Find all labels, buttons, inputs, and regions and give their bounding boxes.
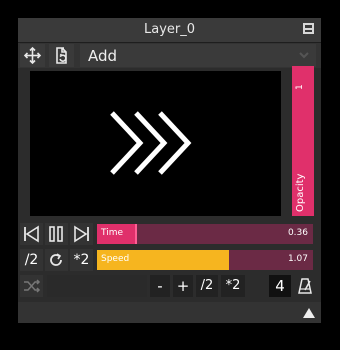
status-bar [18,302,321,323]
speed-slider[interactable]: Speed 1.07 [97,250,313,270]
replace-source-button[interactable] [49,44,74,67]
opacity-label: Opacity [295,173,306,212]
title-bar[interactable]: Layer_0 [18,18,321,43]
loop-button[interactable] [45,249,68,271]
time-handle[interactable] [134,224,137,244]
layer-toolbar: Add [18,43,321,68]
layer-preview [30,71,281,216]
pause-button[interactable] [45,223,68,245]
maximize-icon[interactable] [303,23,314,34]
time-slider[interactable]: Time 0.36 [97,224,313,244]
blend-mode-select[interactable]: Add [80,44,316,67]
move-button[interactable] [20,44,45,67]
tempo-controls: - + /2 *2 4 [18,274,321,300]
beats-field[interactable]: 4 [269,275,291,297]
time-label: Time [101,228,124,238]
metronome-icon [298,278,312,294]
resize-grip-icon[interactable] [303,307,315,319]
opacity-value: 1 [295,84,305,90]
tempo-spacer [47,275,147,297]
chevron-down-icon [299,52,309,59]
layer-panel: Layer_0 Add 1 Opacity Time 0.36 /2 *2 Sp… [18,18,321,323]
tempo-minus-button[interactable]: - [150,275,170,297]
opacity-slider[interactable]: 1 Opacity [292,66,314,216]
skip-forward-button[interactable] [70,223,93,245]
window-title: Layer_0 [143,22,196,37]
move-icon [23,46,42,65]
tempo-plus-button[interactable]: + [173,275,193,297]
shuffle-icon [24,279,41,293]
preview-chevrons-graphic [110,111,192,175]
speed-label: Speed [101,254,130,264]
pause-icon [49,226,63,242]
shuffle-button[interactable] [20,275,43,297]
skip-forward-icon [74,225,89,243]
speed-double-button[interactable]: *2 [70,249,93,271]
blend-mode-value: Add [88,47,118,65]
time-value: 0.36 [287,228,308,238]
skip-back-button[interactable] [20,223,43,245]
tempo-double-button[interactable]: *2 [221,275,245,297]
loop-icon [50,253,62,266]
skip-back-icon [24,225,39,243]
speed-half-button[interactable]: /2 [20,249,43,271]
tempo-half-button[interactable]: /2 [196,275,218,297]
speed-controls: /2 *2 [20,249,93,271]
metronome-button[interactable] [294,275,316,297]
replace-file-icon [56,47,67,64]
transport-controls [20,223,93,245]
speed-value: 1.07 [287,254,308,264]
